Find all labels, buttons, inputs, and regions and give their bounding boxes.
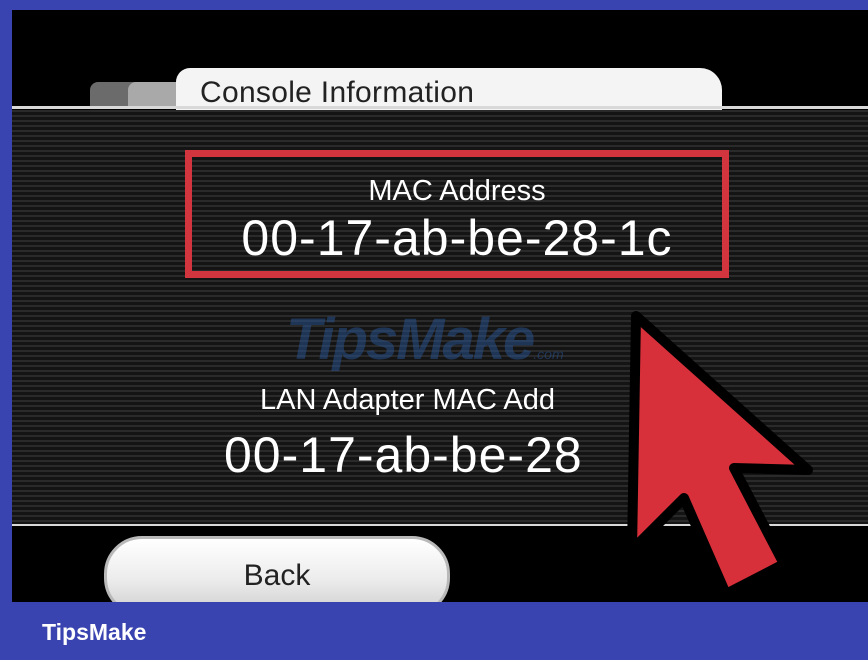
watermark-text: TipsMake	[286, 307, 535, 372]
mac-address-highlight-box: MAC Address 00-17-ab-be-28-1c	[185, 150, 729, 278]
back-button-label: Back	[243, 559, 311, 592]
tab-bar: Console Information	[90, 68, 730, 110]
watermark: TipsMake.com	[286, 306, 564, 373]
console-screen: Console Information MAC Address 00-17-ab…	[12, 10, 868, 602]
lan-adapter-label: LAN Adapter MAC Add	[260, 384, 555, 416]
lan-adapter-section: LAN Adapter MAC Add 00-17-ab-be-28	[212, 376, 632, 496]
pointer-arrow-icon	[627, 311, 813, 599]
mac-address-label: MAC Address	[368, 175, 546, 207]
tab-title: Console Information	[200, 76, 475, 109]
lan-adapter-value: 00-17-ab-be-28	[224, 427, 583, 483]
mac-address-value: 00-17-ab-be-28-1c	[241, 210, 673, 266]
back-button[interactable]: Back	[104, 536, 450, 602]
watermark-suffix: .com	[533, 346, 564, 362]
header-divider	[12, 106, 868, 109]
tipsmake-brand: TipsMake	[42, 619, 147, 645]
